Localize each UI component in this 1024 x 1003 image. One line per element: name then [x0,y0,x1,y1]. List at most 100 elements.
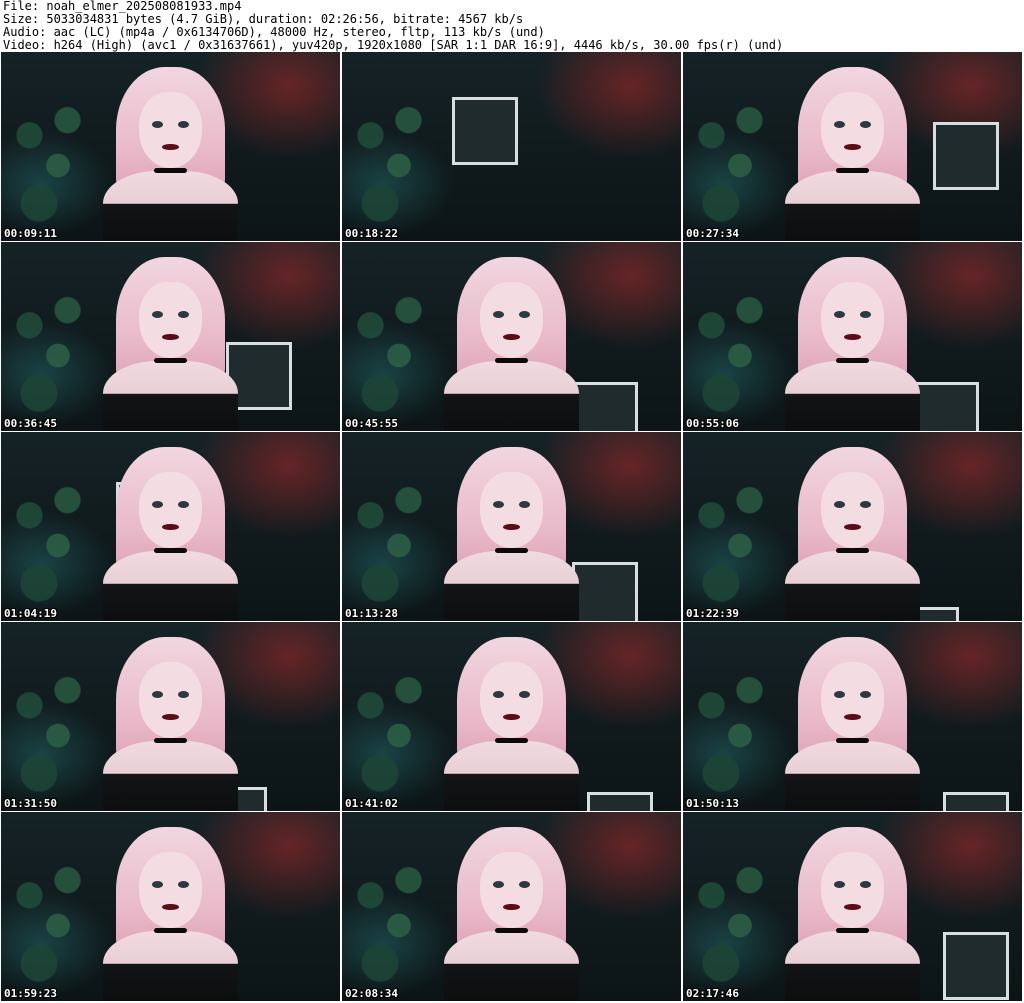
choker-necklace [154,547,187,554]
lips [161,523,180,531]
plant-decoration [342,469,437,621]
timestamp-label: 00:09:11 [4,227,57,240]
eye [177,500,190,508]
video-thumbnail: 00:55:06 [683,242,1022,431]
lips [161,143,180,151]
video-thumbnail: 00:18:22 [342,52,681,241]
choker-necklace [154,357,187,364]
wall-picture-frame [933,122,999,190]
torso [102,551,239,621]
eye [177,120,190,128]
audio-info-line: Audio: aac (LC) (mp4a / 0x6134706D), 480… [3,26,545,39]
torso [102,741,239,811]
timestamp-label: 02:17:46 [686,987,739,1000]
eye [177,310,190,318]
person-figure [102,637,239,811]
choker-necklace [154,167,187,174]
plant-decoration [683,659,778,811]
timestamp-label: 01:41:02 [345,797,398,810]
eye [151,310,163,318]
plant-decoration [683,89,778,241]
face [821,282,884,358]
person-figure [443,827,580,1001]
eye [859,880,872,888]
timestamp-label: 01:59:23 [4,987,57,1000]
video-thumbnail: 00:09:11 [1,52,340,241]
torso [102,171,239,241]
video-thumbnail: 01:50:13 [683,622,1022,811]
eye [833,310,845,318]
plant-decoration [683,279,778,431]
lips [502,523,521,531]
lips [502,713,521,721]
face [480,282,543,358]
plant-decoration [342,89,437,241]
choker-necklace [836,167,869,174]
person-figure [102,827,239,1001]
timestamp-label: 00:45:55 [345,417,398,430]
torso [443,361,580,431]
person-figure [784,827,921,1001]
eye [492,880,504,888]
face [139,472,202,548]
face [480,852,543,928]
video-thumbnail: 00:36:45 [1,242,340,431]
plant-decoration [683,849,778,1001]
choker-necklace [495,357,528,364]
lips [161,333,180,341]
person-figure [784,67,921,241]
person-figure [443,637,580,811]
lips [843,713,862,721]
choker-necklace [154,927,187,934]
eye [518,880,531,888]
face [480,472,543,548]
timestamp-label: 01:22:39 [686,607,739,620]
eye [177,690,190,698]
torso [784,171,921,241]
video-thumbnail: 01:13:28 [342,432,681,621]
size-duration-line: Size: 5033034831 bytes (4.7 GiB), durati… [3,13,524,26]
eye [518,690,531,698]
video-thumbnail: 02:08:34 [342,812,681,1001]
lips [502,333,521,341]
thumbnail-grid: 00:09:11 00:18:22 00:27:34 00:36:45 00:45:55… [1,52,1023,1003]
plant-decoration [342,659,437,811]
timestamp-label: 01:04:19 [4,607,57,620]
video-thumbnail: 01:41:02 [342,622,681,811]
wall-picture-frame [572,382,638,431]
wall-picture-frame [943,932,1009,1000]
file-name-line: File: noah_elmer_202508081933.mp4 [3,0,242,13]
eye [859,500,872,508]
face [821,472,884,548]
person-figure [784,257,921,431]
choker-necklace [836,547,869,554]
choker-necklace [495,547,528,554]
video-thumbnail: 01:59:23 [1,812,340,1001]
timestamp-label: 02:08:34 [345,987,398,1000]
torso [784,931,921,1001]
eye [518,310,531,318]
lips [161,713,180,721]
timestamp-label: 00:27:34 [686,227,739,240]
person-figure [102,447,239,621]
face [821,662,884,738]
torso [443,931,580,1001]
lips [843,903,862,911]
person-figure [102,67,239,241]
plant-decoration [342,279,437,431]
eye [177,880,190,888]
timestamp-label: 00:55:06 [686,417,739,430]
torso [443,551,580,621]
person-figure [784,637,921,811]
eye [518,500,531,508]
torso [443,741,580,811]
timestamp-label: 00:36:45 [4,417,57,430]
eye [833,690,845,698]
person-figure [102,257,239,431]
timestamp-label: 01:50:13 [686,797,739,810]
choker-necklace [836,927,869,934]
torso [102,931,239,1001]
choker-necklace [495,737,528,744]
eye [859,120,872,128]
plant-decoration [1,849,96,1001]
